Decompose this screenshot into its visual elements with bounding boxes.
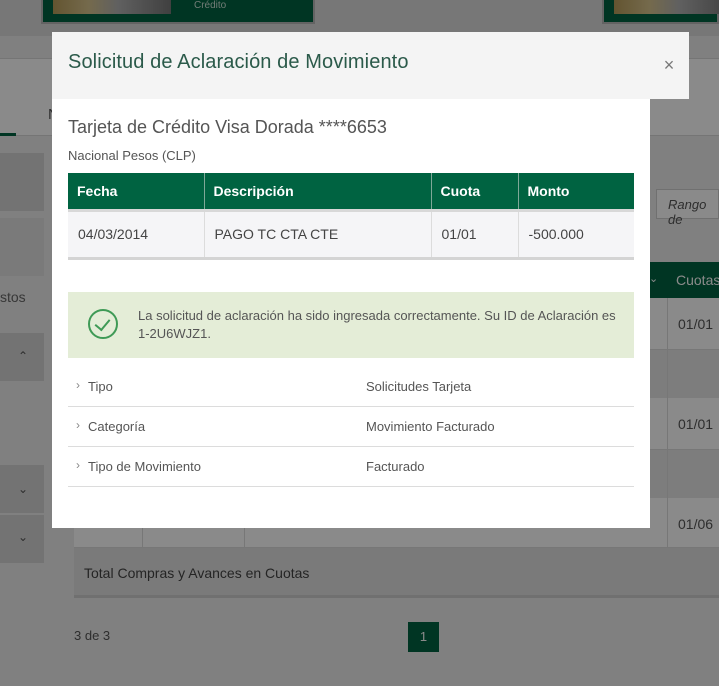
clarification-modal: Solicitud de Aclaración de Movimiento Ta…	[52, 32, 650, 528]
detail-row-tipo: › Tipo Solicitudes Tarjeta	[68, 367, 634, 407]
cell-monto: -500.000	[518, 210, 634, 260]
detail-row-categoria: › Categoría Movimiento Facturado	[68, 407, 634, 447]
cell-descripcion: PAGO TC CTA CTE	[204, 210, 432, 260]
cell-cuota: 01/01	[431, 210, 519, 260]
check-circle-icon	[88, 309, 118, 339]
modal-title: Solicitud de Aclaración de Movimiento	[68, 51, 409, 73]
detail-label: Tipo	[88, 379, 113, 394]
card-subtitle: Nacional Pesos (CLP)	[68, 148, 196, 163]
modal-header: Solicitud de Aclaración de Movimiento	[52, 32, 650, 99]
success-message: La solicitud de aclaración ha sido ingre…	[138, 308, 616, 341]
close-icon: ×	[663, 55, 675, 75]
cell-fecha: 04/03/2014	[68, 210, 205, 260]
column-header-descripcion: Descripción	[204, 173, 432, 212]
detail-value: Facturado	[366, 459, 425, 474]
chevron-right-icon: ›	[76, 378, 80, 392]
detail-row-tipo-movimiento: › Tipo de Movimiento Facturado	[68, 447, 634, 487]
column-header-cuota: Cuota	[431, 173, 519, 212]
success-alert: La solicitud de aclaración ha sido ingre…	[68, 292, 634, 358]
card-title: Tarjeta de Crédito Visa Dorada ****6653	[68, 117, 387, 137]
column-header-fecha: Fecha	[68, 173, 205, 212]
chevron-right-icon: ›	[76, 418, 80, 432]
column-header-monto: Monto	[518, 173, 634, 212]
detail-label: Tipo de Movimiento	[88, 459, 201, 474]
chevron-right-icon: ›	[76, 458, 80, 472]
detail-list: › Tipo Solicitudes Tarjeta › Categoría M…	[68, 367, 634, 487]
movement-table: Fecha Descripción Cuota Monto 04/03/2014…	[68, 173, 634, 260]
detail-value: Movimiento Facturado	[366, 419, 495, 434]
detail-label: Categoría	[88, 419, 146, 434]
table-header-row: Fecha Descripción Cuota Monto	[68, 173, 634, 212]
close-button[interactable]: ×	[649, 32, 689, 99]
table-row: 04/03/2014 PAGO TC CTA CTE 01/01 -500.00…	[68, 210, 634, 260]
detail-value: Solicitudes Tarjeta	[366, 379, 472, 394]
